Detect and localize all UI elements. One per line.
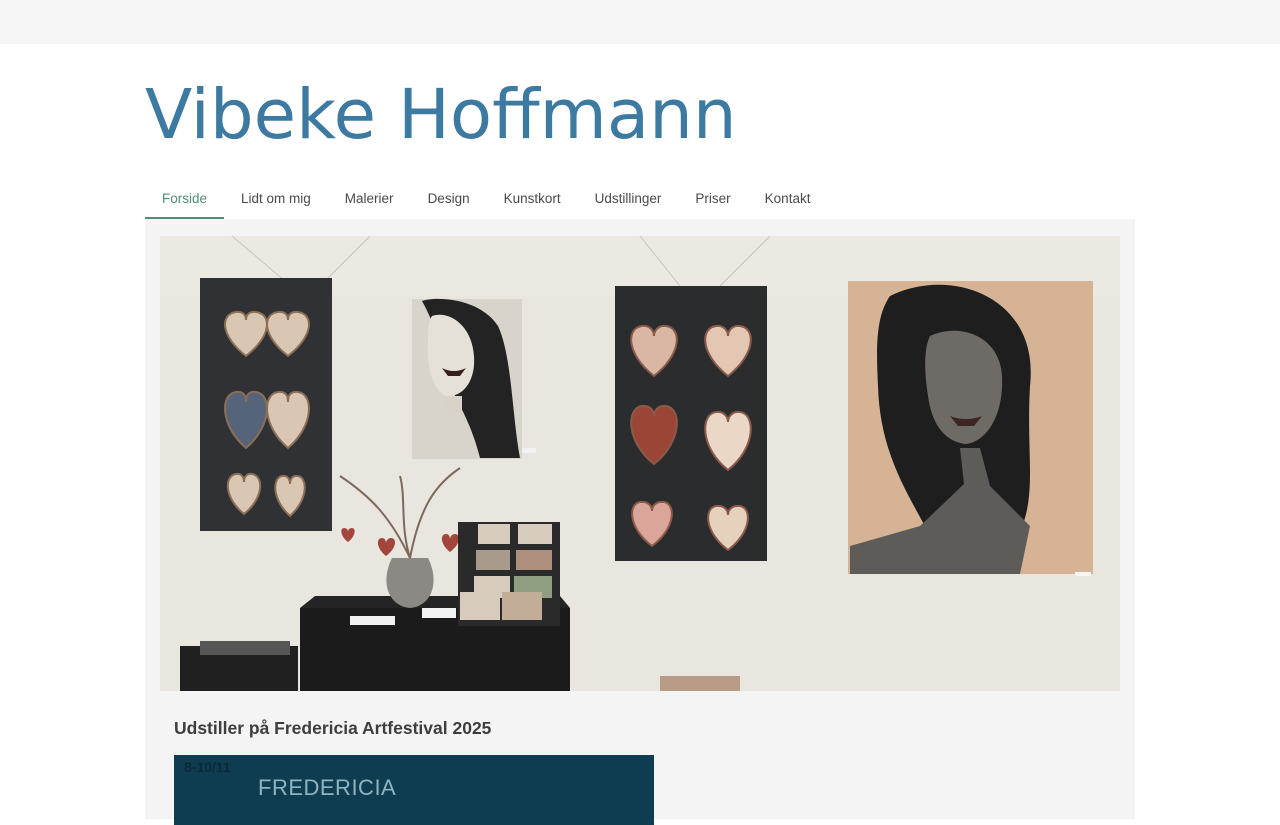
nav-item-malerier[interactable]: Malerier: [328, 180, 411, 219]
nav-item-forside[interactable]: Forside: [145, 180, 225, 219]
nav-item-kunstkort[interactable]: Kunstkort: [487, 180, 578, 219]
content-area: Udstiller på Fredericia Artfestival 2025…: [145, 219, 1135, 825]
festival-poster-image: 8-10/11 FREDERICIA: [174, 755, 654, 825]
nav-item-udstillinger[interactable]: Udstillinger: [578, 180, 679, 219]
nav-item-kontakt[interactable]: Kontakt: [748, 180, 828, 219]
nav-item-priser[interactable]: Priser: [678, 180, 747, 219]
site-title[interactable]: Vibeke Hoffmann: [145, 72, 737, 158]
section-heading: Udstiller på Fredericia Artfestival 2025: [174, 718, 492, 738]
hero-image: [160, 236, 1120, 691]
nav-item-lidt-om-mig[interactable]: Lidt om mig: [224, 180, 328, 219]
main-nav: Forside Lidt om mig Malerier Design Kuns…: [145, 180, 827, 219]
top-bar: [0, 0, 1280, 44]
nav-item-design[interactable]: Design: [411, 180, 487, 219]
poster-date: 8-10/11: [184, 759, 231, 775]
poster-title: FREDERICIA: [258, 775, 397, 800]
